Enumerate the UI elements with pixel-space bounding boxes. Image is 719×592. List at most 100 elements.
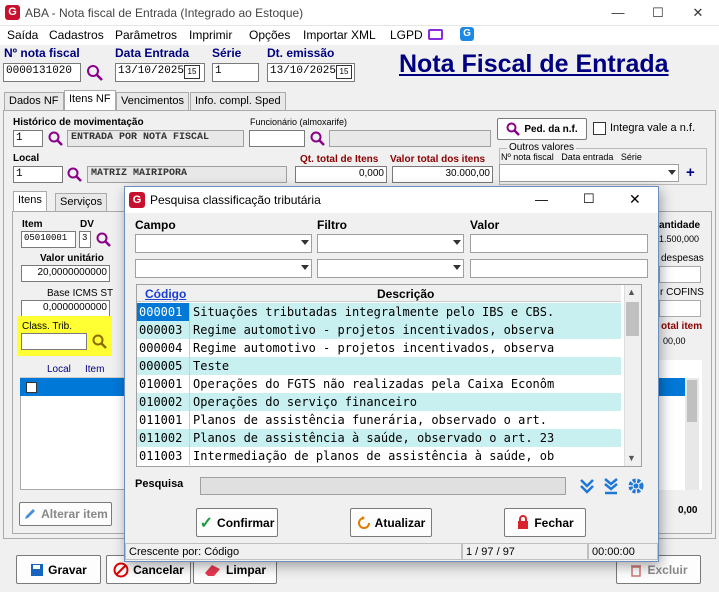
table-row[interactable]: 010002 Operações do serviço financeiro bbox=[137, 393, 621, 411]
cofins-input[interactable] bbox=[659, 300, 701, 317]
pesquisa-input[interactable] bbox=[200, 477, 566, 495]
filtro-select-1[interactable] bbox=[317, 234, 464, 253]
menu-lgpd[interactable]: LGPD bbox=[390, 28, 423, 42]
tab-servicos[interactable]: Serviços bbox=[55, 193, 108, 211]
table-row[interactable]: 011002 Planos de assistência à saúde, obs… bbox=[137, 429, 621, 447]
table-row[interactable]: 011003 Intermediação de planos de assistê… bbox=[137, 447, 621, 465]
local-code-input[interactable]: 1 bbox=[13, 166, 63, 183]
search-nota-icon[interactable] bbox=[86, 64, 104, 82]
table-row[interactable]: 010001 Operações do FGTS não realizadas p… bbox=[137, 375, 621, 393]
dialog-maximize-button[interactable]: ☐ bbox=[583, 191, 595, 207]
ped-button-label: Ped. da n.f. bbox=[524, 123, 578, 135]
col-codigo[interactable]: Código bbox=[145, 287, 186, 301]
table-row[interactable]: 000001 Situações tributadas integralmente… bbox=[137, 303, 621, 321]
class-trib-label: Class. Trib. bbox=[22, 321, 73, 332]
fechar-button[interactable]: Fechar bbox=[504, 508, 586, 537]
total-item-label: otal item bbox=[661, 321, 703, 332]
search-hist-icon[interactable] bbox=[48, 131, 64, 147]
integra-checkbox[interactable] bbox=[593, 122, 606, 135]
local-label: Local bbox=[13, 153, 40, 164]
menu-opcoes[interactable]: Opções bbox=[249, 28, 290, 42]
outros-select[interactable] bbox=[499, 164, 679, 182]
filtro-select-2[interactable] bbox=[317, 259, 464, 278]
nota-input[interactable]: 0000131020 bbox=[3, 63, 81, 82]
valor-input-2[interactable] bbox=[470, 259, 648, 278]
cancelar-label: Cancelar bbox=[133, 562, 184, 577]
app-g-icon[interactable]: G bbox=[460, 27, 474, 41]
gravar-button[interactable]: Gravar bbox=[16, 555, 101, 584]
search-func-icon[interactable] bbox=[310, 131, 326, 147]
entrada-label: Data Entrada bbox=[115, 46, 190, 60]
menu-parametros[interactable]: Parâmetros bbox=[115, 28, 177, 42]
local-desc: MATRIZ MAIRIPORA bbox=[87, 166, 287, 183]
hist-code-input[interactable]: 1 bbox=[13, 130, 43, 147]
dialog-title: Pesquisa classificação tributária bbox=[150, 193, 321, 207]
table-row[interactable]: 000004 Regime automotivo - projetos incen… bbox=[137, 339, 621, 357]
confirmar-button[interactable]: ✓ Confirmar bbox=[196, 508, 278, 537]
ped-nf-button[interactable]: Ped. da n.f. bbox=[497, 118, 587, 140]
tab-dados-nf[interactable]: Dados NF bbox=[4, 92, 64, 110]
func-code-input[interactable] bbox=[249, 130, 305, 147]
monitor-icon[interactable] bbox=[428, 29, 443, 40]
table-row[interactable]: 000003 Regime automotivo - projetos incen… bbox=[137, 321, 621, 339]
search-class-trib-icon[interactable] bbox=[92, 334, 108, 350]
row-checkbox[interactable] bbox=[26, 382, 37, 393]
page-title: Nota Fiscal de Entrada bbox=[399, 50, 669, 78]
calendar-emissao-icon[interactable]: 15 bbox=[336, 65, 352, 79]
serie-input[interactable]: 1 bbox=[212, 63, 259, 82]
tab-vencimentos[interactable]: Vencimentos bbox=[116, 92, 189, 110]
right-scroll-thumb[interactable] bbox=[687, 380, 697, 422]
tab-itens[interactable]: Itens bbox=[13, 191, 47, 211]
table-row[interactable]: 011001 Planos de assistência funerária, o… bbox=[137, 411, 621, 429]
menu-cadastros[interactable]: Cadastros bbox=[49, 28, 104, 42]
campo-select-1[interactable] bbox=[135, 234, 312, 253]
confirmar-label: Confirmar bbox=[217, 515, 275, 530]
search-local-icon[interactable] bbox=[67, 167, 83, 183]
limpar-label: Limpar bbox=[225, 562, 266, 577]
menu-importar-xml[interactable]: Importar XML bbox=[303, 28, 376, 42]
filtro-label: Filtro bbox=[317, 218, 347, 232]
menu-saida[interactable]: Saída bbox=[7, 28, 38, 42]
scroll-up-icon[interactable]: ▲ bbox=[627, 287, 636, 297]
cancel-icon bbox=[113, 562, 129, 577]
valor-label: Valor bbox=[470, 218, 500, 232]
tab-info-sped[interactable]: Info. compl. Sped bbox=[190, 92, 286, 110]
gravar-label: Gravar bbox=[48, 562, 87, 577]
hist-desc: ENTRADA POR NOTA FISCAL bbox=[67, 130, 244, 147]
atualizar-button[interactable]: Atualizar bbox=[350, 508, 432, 537]
campo-select-2[interactable] bbox=[135, 259, 312, 278]
status-order: Crescente por: Código bbox=[125, 543, 462, 560]
maximize-button[interactable]: ☐ bbox=[638, 0, 678, 26]
dialog-close-button[interactable]: ✕ bbox=[629, 191, 641, 208]
desp-input[interactable] bbox=[659, 266, 701, 283]
item-input[interactable]: 05010001 bbox=[21, 231, 76, 248]
grid-scroll-thumb[interactable] bbox=[626, 302, 639, 336]
add-outros-icon[interactable]: + bbox=[686, 164, 695, 181]
table-row[interactable]: 000005 Teste bbox=[137, 357, 621, 375]
valor-input-1[interactable] bbox=[470, 234, 648, 253]
bicms-input[interactable]: 0,0000000000 bbox=[21, 300, 110, 317]
dialog-logo-icon: G bbox=[129, 192, 145, 208]
tab-itens-nf[interactable]: Itens NF bbox=[64, 90, 116, 110]
outros-cols: Nº nota fiscal Data entrada Série bbox=[501, 152, 642, 162]
class-trib-input[interactable] bbox=[21, 333, 87, 350]
status-count: 1 / 97 / 97 bbox=[462, 543, 588, 560]
gear-icon[interactable] bbox=[627, 477, 645, 495]
check-icon: ✓ bbox=[199, 514, 214, 532]
emissao-label: Dt. emissão bbox=[267, 46, 335, 60]
chevron-double-down-bar-icon[interactable] bbox=[602, 477, 620, 495]
dialog-minimize-button[interactable]: — bbox=[535, 192, 548, 207]
dv-input[interactable]: 3 bbox=[79, 231, 91, 248]
calendar-entrada-icon[interactable]: 15 bbox=[184, 65, 200, 79]
alterar-item-button[interactable]: Alterar item bbox=[19, 502, 112, 526]
results-grid[interactable]: Código Descrição 000001 Situações tributa… bbox=[136, 284, 642, 467]
vu-label: Valor unitário bbox=[40, 253, 104, 264]
menu-imprimir[interactable]: Imprimir bbox=[189, 28, 232, 42]
search-item-icon[interactable] bbox=[96, 232, 111, 247]
vu-input[interactable]: 20,0000000000 bbox=[21, 265, 110, 282]
scroll-down-icon[interactable]: ▼ bbox=[627, 453, 636, 463]
chevron-double-down-icon[interactable] bbox=[578, 477, 596, 495]
col-descricao[interactable]: Descrição bbox=[377, 287, 434, 301]
minimize-button[interactable]: — bbox=[598, 0, 638, 26]
close-button[interactable]: ✕ bbox=[678, 0, 718, 26]
